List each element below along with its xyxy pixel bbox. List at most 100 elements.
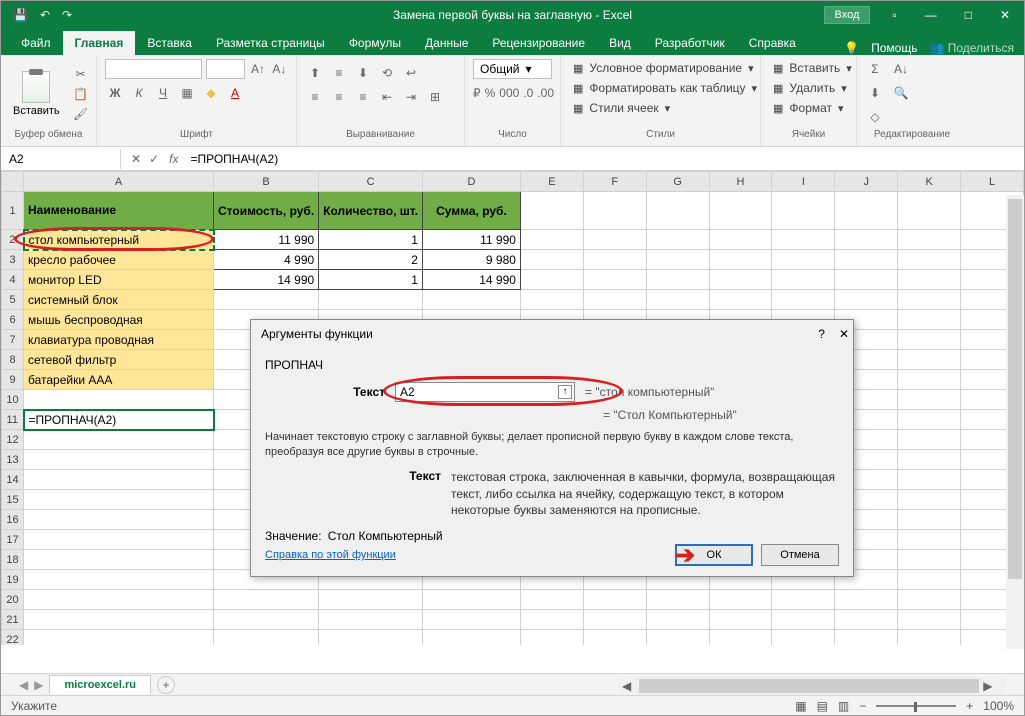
cell[interactable] <box>583 230 646 250</box>
dec-decimal-icon[interactable]: .00 <box>537 83 554 103</box>
cell[interactable] <box>772 270 835 290</box>
tab-view[interactable]: Вид <box>597 31 643 55</box>
underline-button[interactable]: Ч <box>153 83 173 103</box>
tab-review[interactable]: Рецензирование <box>480 31 597 55</box>
zoom-in-icon[interactable]: + <box>966 699 973 713</box>
cell[interactable] <box>709 630 772 646</box>
cell[interactable] <box>583 590 646 610</box>
border-icon[interactable]: ▦ <box>177 83 197 103</box>
cell[interactable] <box>24 550 214 570</box>
row-header[interactable]: 8 <box>2 350 24 370</box>
login-button[interactable]: Вход <box>824 6 871 24</box>
cell[interactable] <box>898 310 961 330</box>
cell[interactable]: кресло рабочее <box>24 250 214 270</box>
col-header[interactable]: H <box>709 172 772 192</box>
row-header[interactable]: 1 <box>2 192 24 230</box>
cell[interactable] <box>583 250 646 270</box>
align-right-icon[interactable]: ≡ <box>353 87 373 107</box>
row-header[interactable]: 20 <box>2 590 24 610</box>
cell[interactable] <box>646 610 709 630</box>
cell[interactable] <box>24 630 214 646</box>
view-break-icon[interactable]: ▥ <box>838 699 849 713</box>
col-header[interactable]: K <box>898 172 961 192</box>
select-all[interactable] <box>2 172 24 192</box>
grow-font-icon[interactable]: A↑ <box>249 59 266 79</box>
row-header[interactable]: 14 <box>2 470 24 490</box>
cell[interactable] <box>319 590 423 610</box>
cell[interactable] <box>646 630 709 646</box>
size-combo[interactable] <box>206 59 246 79</box>
cell[interactable]: мышь беспроводная <box>24 310 214 330</box>
cell[interactable] <box>520 250 583 270</box>
cell[interactable] <box>319 290 423 310</box>
tab-formulas[interactable]: Формулы <box>337 31 413 55</box>
cell[interactable] <box>898 510 961 530</box>
cell[interactable] <box>898 590 961 610</box>
row-header[interactable]: 21 <box>2 610 24 630</box>
help-link[interactable]: Справка по этой функции <box>265 549 396 561</box>
cell[interactable] <box>646 590 709 610</box>
cell[interactable] <box>835 630 898 646</box>
name-box[interactable]: A2 <box>1 149 121 169</box>
arg-input[interactable]: A2↑ <box>395 382 575 402</box>
format-cells-button[interactable]: ▦ Формат ▾ <box>769 99 848 117</box>
cell[interactable] <box>214 610 319 630</box>
cell[interactable]: 1 <box>319 270 423 290</box>
align-center-icon[interactable]: ≡ <box>329 87 349 107</box>
row-header[interactable]: 3 <box>2 250 24 270</box>
cell[interactable]: 4 990 <box>214 250 319 270</box>
indent-inc-icon[interactable]: ⇥ <box>401 87 421 107</box>
cell[interactable] <box>24 490 214 510</box>
cell[interactable] <box>898 450 961 470</box>
cell[interactable] <box>24 570 214 590</box>
cell[interactable] <box>214 630 319 646</box>
sheet-nav-next-icon[interactable]: ▶ <box>34 678 43 692</box>
cell[interactable] <box>898 370 961 390</box>
cell[interactable] <box>520 192 583 230</box>
cell[interactable] <box>898 330 961 350</box>
col-header[interactable]: C <box>319 172 423 192</box>
col-header[interactable]: G <box>646 172 709 192</box>
delete-cells-button[interactable]: ▦ Удалить ▾ <box>769 79 848 97</box>
row-header[interactable]: 11 <box>2 410 24 430</box>
horizontal-scrollbar[interactable]: ◀▶ <box>618 677 1006 695</box>
range-select-icon[interactable]: ↑ <box>558 385 572 399</box>
cell[interactable] <box>835 590 898 610</box>
cell[interactable]: 2 <box>319 250 423 270</box>
cell[interactable] <box>898 630 961 646</box>
cell[interactable] <box>898 290 961 310</box>
cell[interactable] <box>898 530 961 550</box>
cell[interactable] <box>214 290 319 310</box>
cell[interactable] <box>898 250 961 270</box>
paste-button[interactable]: Вставить <box>9 67 64 121</box>
sort-filter-icon[interactable]: A↓ <box>891 59 911 79</box>
cell[interactable] <box>772 290 835 310</box>
share-button[interactable]: 👥 Поделиться <box>929 41 1014 55</box>
row-header[interactable]: 5 <box>2 290 24 310</box>
cell[interactable] <box>835 250 898 270</box>
cell[interactable]: системный блок <box>24 290 214 310</box>
cell[interactable] <box>520 290 583 310</box>
col-header[interactable]: J <box>835 172 898 192</box>
cell[interactable]: 14 990 <box>422 270 520 290</box>
cell[interactable] <box>898 490 961 510</box>
cell[interactable] <box>835 270 898 290</box>
cell[interactable] <box>772 250 835 270</box>
cell[interactable] <box>24 430 214 450</box>
currency-icon[interactable]: ₽ <box>473 83 481 103</box>
cell[interactable] <box>422 590 520 610</box>
tellme[interactable]: Помощь <box>871 41 917 55</box>
cell[interactable]: 1 <box>319 230 423 250</box>
font-color-icon[interactable]: А <box>225 83 245 103</box>
cell[interactable] <box>898 350 961 370</box>
cell[interactable] <box>709 270 772 290</box>
cell[interactable]: 14 990 <box>214 270 319 290</box>
cell[interactable]: 11 990 <box>214 230 319 250</box>
cell[interactable]: Количество, шт. <box>319 192 423 230</box>
row-header[interactable]: 13 <box>2 450 24 470</box>
font-combo[interactable] <box>105 59 202 79</box>
view-layout-icon[interactable]: ▤ <box>817 699 828 713</box>
cell[interactable] <box>520 230 583 250</box>
tab-file[interactable]: Файл <box>9 31 63 55</box>
row-header[interactable]: 2 <box>2 230 24 250</box>
